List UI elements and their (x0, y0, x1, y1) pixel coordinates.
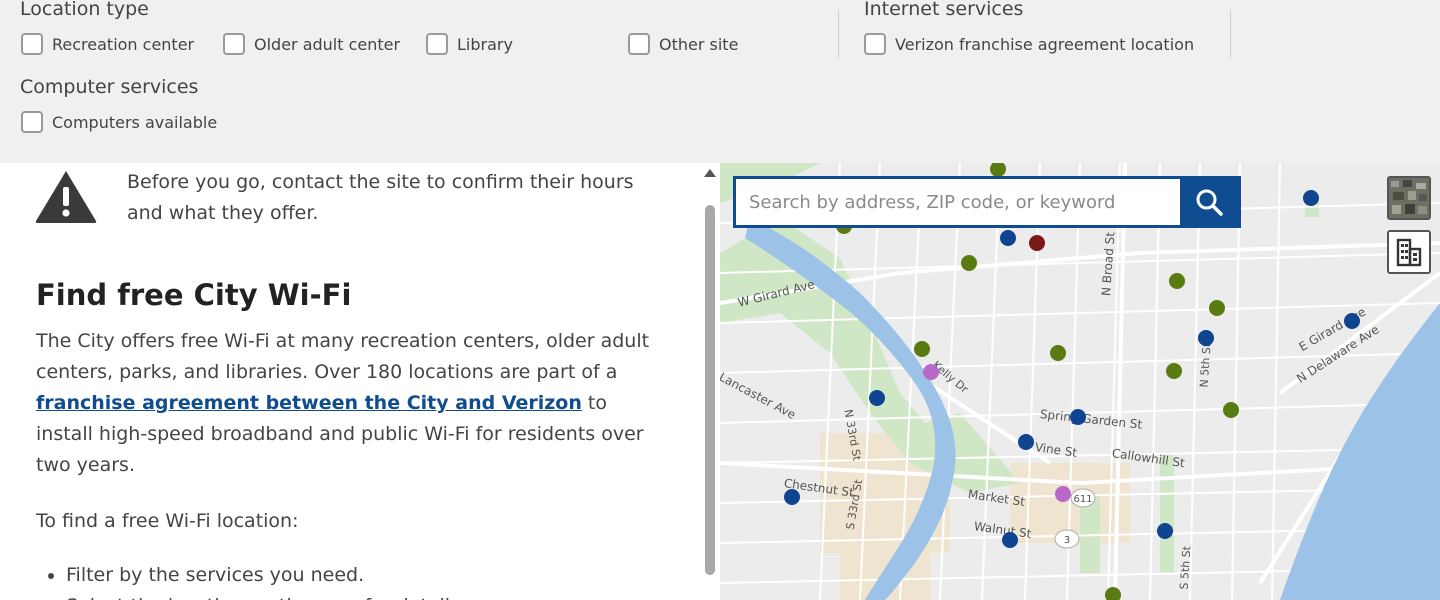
library-marker[interactable] (1198, 330, 1214, 346)
library-marker[interactable] (1018, 434, 1034, 450)
recreation-marker[interactable] (1209, 300, 1225, 316)
search-input[interactable] (736, 179, 1180, 225)
older-adult-markers (923, 364, 1071, 502)
other-site-markers (1029, 235, 1045, 251)
scrollbar[interactable] (702, 163, 718, 600)
library-marker[interactable] (1303, 190, 1319, 206)
checkbox[interactable] (628, 33, 650, 55)
location-type-label: Location type (20, 0, 149, 20)
location-markers (784, 163, 1360, 600)
recreation-marker[interactable] (990, 163, 1006, 177)
library-marker[interactable] (1000, 230, 1016, 246)
warning-icon (35, 171, 97, 223)
other-site-marker[interactable] (1029, 235, 1045, 251)
filter-older-adult-center[interactable]: Older adult center (223, 31, 400, 57)
library-marker[interactable] (1157, 523, 1173, 539)
checkbox[interactable] (864, 33, 886, 55)
checkbox[interactable] (223, 33, 245, 55)
intro-paragraph: The City offers free Wi-Fi at many recre… (36, 330, 650, 476)
divider (838, 10, 839, 58)
library-marker[interactable] (869, 390, 885, 406)
older-adult-marker[interactable] (923, 364, 939, 380)
recreation-marker[interactable] (1105, 587, 1121, 600)
internet-services-label: Internet services (864, 0, 1024, 20)
library-markers (784, 190, 1360, 548)
search-icon (1196, 189, 1223, 216)
filter-computers-available[interactable]: Computers available (21, 109, 217, 135)
satellite-thumbnail-icon (1389, 178, 1429, 218)
filter-library[interactable]: Library (426, 31, 513, 57)
map[interactable]: W Girard Ave E Girard Ave N Delaware Ave… (720, 163, 1440, 600)
satellite-view-toggle[interactable] (1387, 176, 1431, 220)
map-search (733, 176, 1241, 228)
instructions-intro: To find a free Wi-Fi location: (36, 510, 299, 532)
filter-panel: Location type Recreation center Older ad… (0, 0, 1440, 163)
library-marker[interactable] (1002, 532, 1018, 548)
building-icon (1396, 238, 1422, 267)
computer-services-label: Computer services (20, 76, 199, 98)
page-heading: Find free City Wi-Fi (36, 278, 352, 312)
notice-text: Before you go, contact the site to confi… (127, 171, 634, 224)
library-marker[interactable] (1070, 409, 1086, 425)
list-item: Filter by the services you need. (46, 560, 466, 591)
verizon-franchise-link[interactable]: franchise agreement between the City and… (36, 392, 582, 414)
recreation-marker[interactable] (1223, 402, 1239, 418)
scroll-thumb[interactable] (705, 205, 715, 575)
library-marker[interactable] (784, 489, 800, 505)
scroll-up-arrow[interactable] (704, 169, 716, 177)
instructions-list: Filter by the services you need. Select … (46, 560, 466, 600)
recreation-marker[interactable] (1169, 273, 1185, 289)
filter-other-site[interactable]: Other site (628, 31, 738, 57)
recreation-marker[interactable] (1166, 363, 1182, 379)
checkbox[interactable] (21, 33, 43, 55)
search-button[interactable] (1180, 179, 1238, 225)
list-item: Select the location on the map for detai… (46, 591, 466, 600)
recreation-marker[interactable] (961, 255, 977, 271)
recreation-marker[interactable] (1050, 345, 1066, 361)
divider (1230, 10, 1231, 58)
library-marker[interactable] (1344, 313, 1360, 329)
buildings-layer-toggle[interactable] (1387, 230, 1431, 274)
older-adult-marker[interactable] (1055, 486, 1071, 502)
checkbox[interactable] (21, 111, 43, 133)
checkbox[interactable] (426, 33, 448, 55)
filter-recreation-center[interactable]: Recreation center (21, 31, 194, 57)
recreation-marker[interactable] (914, 341, 930, 357)
filter-verizon-franchise[interactable]: Verizon franchise agreement location (864, 31, 1194, 57)
recreation-markers (836, 163, 1239, 600)
